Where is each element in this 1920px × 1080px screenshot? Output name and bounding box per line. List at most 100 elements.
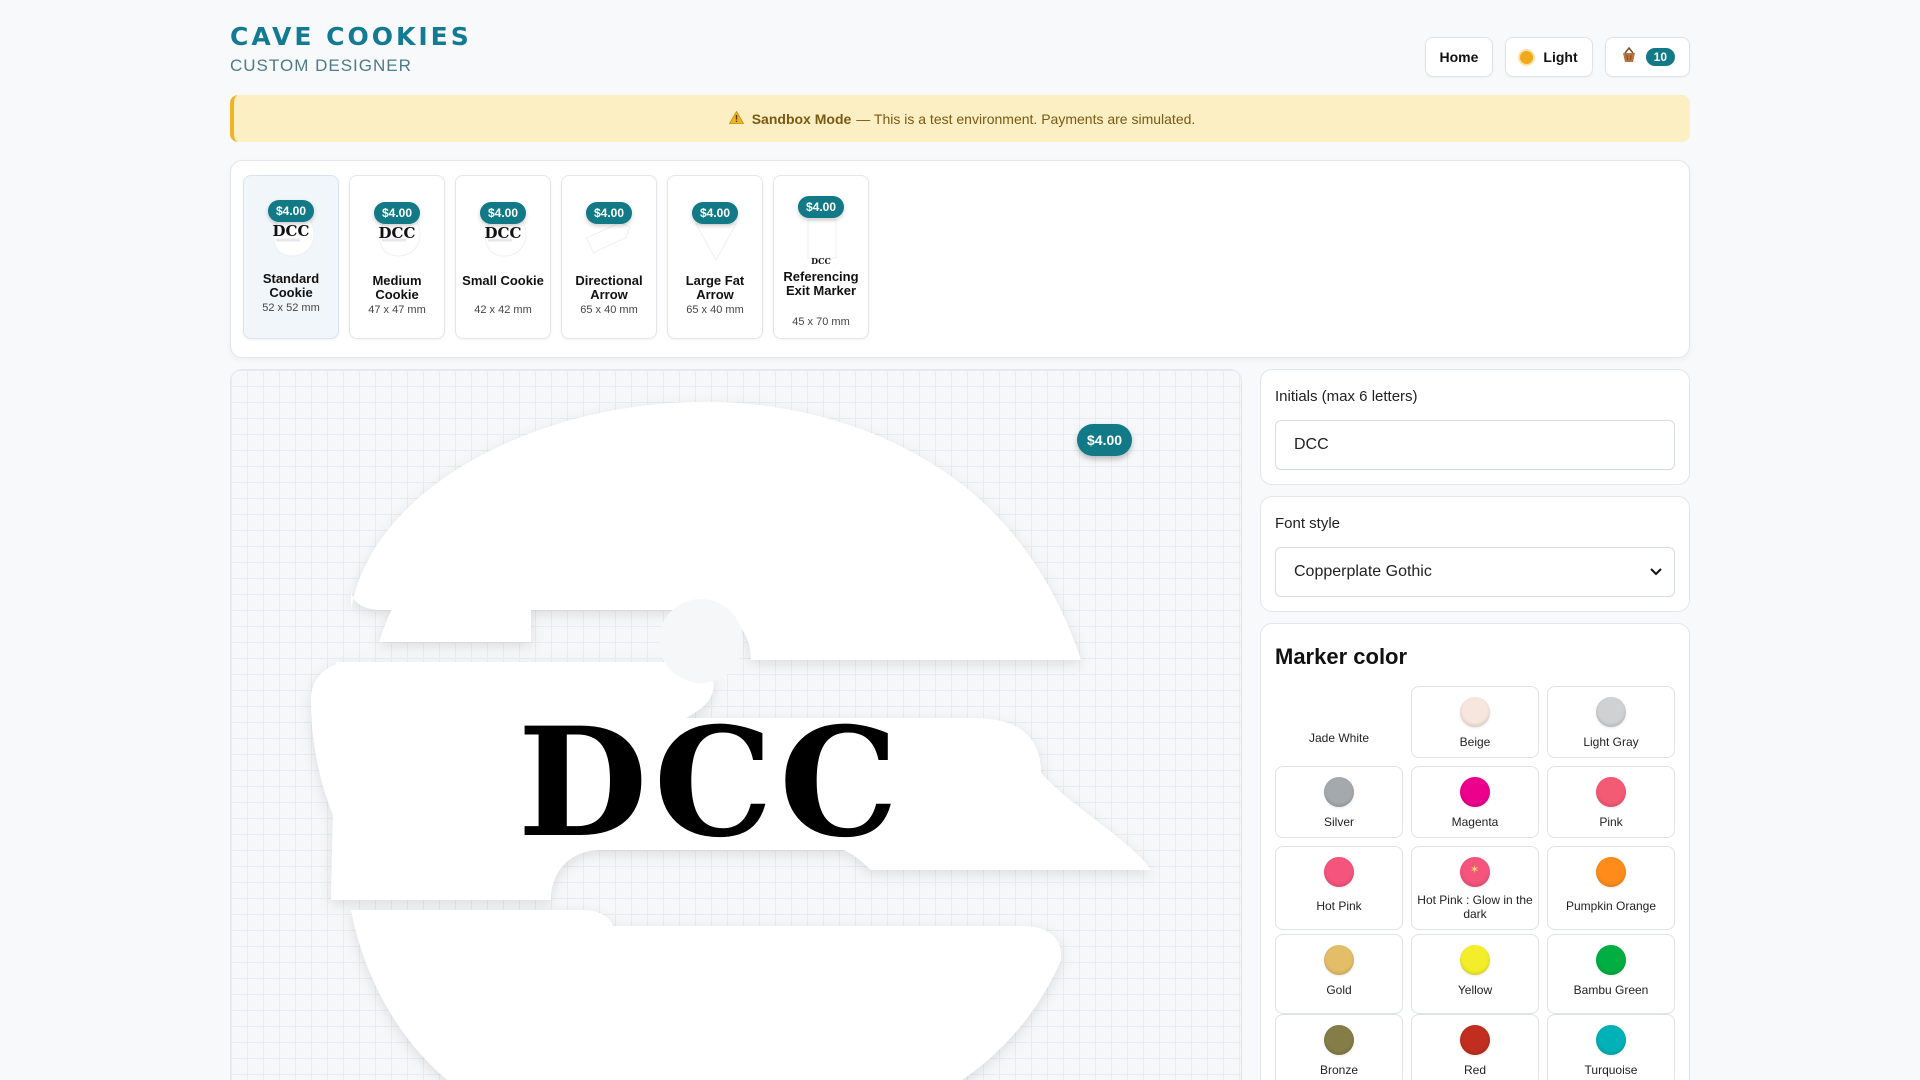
color-swatch[interactable]: Jade White xyxy=(1275,686,1403,758)
color-swatch[interactable]: Red xyxy=(1411,1014,1539,1080)
product-shape-text: DCC xyxy=(811,256,831,266)
font-panel: Font style Copperplate Gothic xyxy=(1260,496,1690,612)
product-name: Small Cookie xyxy=(462,273,544,288)
product-card[interactable]: DCC$4.00Directional Arrow65 x 40 mm xyxy=(561,175,657,339)
color-dot xyxy=(1460,777,1490,807)
basket-icon xyxy=(1620,46,1638,68)
color-name: Turquoise xyxy=(1584,1063,1638,1077)
product-shape-text: DCC xyxy=(484,224,522,242)
banner-text: — This is a test environment. Payments a… xyxy=(856,110,1196,127)
color-swatch[interactable]: Hot Pink xyxy=(1275,846,1403,930)
product-size: 47 x 47 mm xyxy=(368,304,426,316)
product-card[interactable]: DCC $4.00 Standard Cookie 52 x 52 mm xyxy=(243,175,339,339)
color-name: Red xyxy=(1463,1063,1486,1077)
color-swatch[interactable]: Light Gray xyxy=(1547,686,1675,758)
product-card[interactable]: DCC$4.00Large Fat Arrow65 x 40 mm xyxy=(667,175,763,339)
color-swatch[interactable]: Pink xyxy=(1547,766,1675,838)
color-dot xyxy=(1460,945,1490,975)
color-dot xyxy=(1596,777,1626,807)
color-swatch[interactable]: Bambu Green xyxy=(1547,934,1675,1014)
color-dot xyxy=(1460,697,1490,727)
product-name: Directional Arrow xyxy=(575,273,643,302)
product-selector: DCC $4.00 Standard Cookie 52 x 52 mm DCC $4.0… xyxy=(230,160,1690,358)
product-price-badge: $4.00 xyxy=(691,202,739,224)
color-dot xyxy=(1324,697,1354,727)
product-price-badge: $4.00 xyxy=(797,196,845,218)
header: CAVE COOKIES CUSTOM DESIGNER Home Light … xyxy=(230,22,1690,82)
preview-price-badge: $4.00 xyxy=(1077,424,1133,456)
cookie-preview: DCC xyxy=(311,401,1151,1080)
product-size: 65 x 40 mm xyxy=(686,304,744,316)
product-name: Medium Cookie xyxy=(372,273,422,302)
product-name: Standard Cookie xyxy=(262,271,320,300)
product-size: 52 x 52 mm xyxy=(262,302,320,314)
product-shape-text: DCC xyxy=(378,224,416,242)
font-label: Font style xyxy=(1275,515,1341,532)
marker-color-title: Marker color xyxy=(1275,644,1408,669)
color-swatch[interactable]: ✶ Hot Pink : Glow in the dark xyxy=(1411,846,1539,930)
color-dot xyxy=(1324,777,1354,807)
color-dot xyxy=(1324,857,1354,887)
color-swatch[interactable]: Yellow xyxy=(1411,934,1539,1014)
cart-button[interactable]: 10 xyxy=(1604,37,1690,77)
color-name: Magenta xyxy=(1451,815,1499,829)
initials-panel: Initials (max 6 letters) DCC xyxy=(1260,369,1690,485)
warning-icon xyxy=(728,110,744,127)
color-swatch[interactable]: Gold xyxy=(1275,934,1403,1014)
header-actions: Home Light 10 xyxy=(1424,37,1690,77)
sandbox-banner: Sandbox Mode — This is a test environmen… xyxy=(230,95,1690,142)
product-card[interactable]: DCC $4.00 Referencing Exit Marker 45 x 70 m… xyxy=(773,175,869,339)
color-dot xyxy=(1596,1025,1626,1055)
color-name: Hot Pink : Glow in the dark xyxy=(1417,893,1533,921)
color-swatch[interactable]: Beige xyxy=(1411,686,1539,758)
product-card[interactable]: DCC $4.00 Medium Cookie 47 x 47 mm xyxy=(349,175,445,339)
brand-title[interactable]: CAVE COOKIES xyxy=(230,22,472,51)
color-swatch[interactable]: Pumpkin Orange xyxy=(1547,846,1675,930)
product-shape-text: DCC xyxy=(272,222,310,240)
product-size: 42 x 42 mm xyxy=(474,304,532,316)
color-swatch[interactable]: Magenta xyxy=(1411,766,1539,838)
product-price-badge: $4.00 xyxy=(373,202,421,224)
color-dot xyxy=(1596,697,1626,727)
color-name: Gold xyxy=(1326,983,1352,997)
product-name: Large Fat Arrow xyxy=(685,273,745,302)
color-swatch[interactable]: Bronze xyxy=(1275,1014,1403,1080)
color-name: Silver xyxy=(1323,815,1354,829)
font-value: Copperplate Gothic xyxy=(1294,563,1432,580)
chevron-down-icon xyxy=(1650,565,1662,579)
color-dot xyxy=(1324,945,1354,975)
color-name: Pink xyxy=(1599,815,1623,829)
sun-icon xyxy=(1520,50,1534,64)
color-dot xyxy=(1596,945,1626,975)
product-name: Referencing Exit Marker xyxy=(783,269,859,298)
initials-label: Initials (max 6 letters) xyxy=(1275,388,1418,405)
design-canvas[interactable]: DCC $4.00 xyxy=(230,369,1242,1080)
color-name: Light Gray xyxy=(1583,735,1639,749)
theme-label: Light xyxy=(1543,49,1578,65)
star-icon: ✶ xyxy=(1470,863,1480,876)
color-dot xyxy=(1324,1025,1354,1055)
font-select[interactable]: Copperplate Gothic xyxy=(1275,547,1675,597)
product-price-badge: $4.00 xyxy=(585,202,633,224)
marker-color-panel: Marker color Jade White Beige Light Gray Si… xyxy=(1260,623,1690,1080)
initials-input[interactable]: DCC xyxy=(1275,420,1675,470)
color-swatch[interactable]: Silver xyxy=(1275,766,1403,838)
home-button[interactable]: Home xyxy=(1424,37,1494,77)
color-name: Bronze xyxy=(1319,1063,1359,1077)
product-price-badge: $4.00 xyxy=(479,202,527,224)
preview-text: DCC xyxy=(518,695,905,871)
initials-value: DCC xyxy=(1294,436,1329,453)
product-size: 45 x 70 mm xyxy=(792,316,850,328)
home-label: Home xyxy=(1439,49,1479,65)
color-dot: ✶ xyxy=(1460,857,1490,887)
color-swatch[interactable]: Turquoise xyxy=(1547,1014,1675,1080)
color-name: Jade White xyxy=(1308,731,1370,745)
product-card[interactable]: DCC $4.00 Small Cookie 42 x 42 mm xyxy=(455,175,551,339)
color-name: Pumpkin Orange xyxy=(1565,899,1657,913)
product-size: 65 x 40 mm xyxy=(580,304,638,316)
color-name: Yellow xyxy=(1457,983,1493,997)
color-dot xyxy=(1596,857,1626,887)
banner-strong: Sandbox Mode xyxy=(751,110,852,127)
theme-toggle-button[interactable]: Light xyxy=(1505,37,1593,77)
color-name: Beige xyxy=(1459,735,1491,749)
